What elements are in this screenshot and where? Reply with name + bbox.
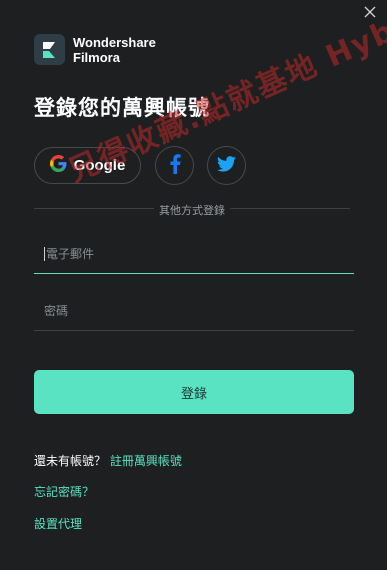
twitter-icon <box>217 155 236 176</box>
close-icon[interactable] <box>363 4 377 18</box>
brand-name-line1: Wondershare <box>73 34 156 50</box>
password-field[interactable]: 密碼 <box>34 291 354 331</box>
page-title: 登錄您的萬興帳號 <box>34 96 210 120</box>
register-link[interactable]: 註冊萬興帳號 <box>110 454 182 468</box>
forgot-password-row: 忘記密碼？ <box>34 483 94 500</box>
proxy-settings-link[interactable]: 設置代理 <box>34 517 82 531</box>
email-field[interactable]: 電子郵件 <box>34 234 354 274</box>
twitter-login-button[interactable] <box>207 146 246 185</box>
facebook-login-button[interactable] <box>155 146 194 185</box>
forgot-password-link[interactable]: 忘記密碼？ <box>34 485 94 499</box>
proxy-settings-row: 設置代理 <box>34 515 82 532</box>
no-account-text: 還未有帳號？ <box>34 454 107 468</box>
password-placeholder: 密碼 <box>44 304 69 318</box>
email-placeholder: 電子郵件 <box>46 247 95 261</box>
other-methods-divider: 其他方式登錄 <box>34 202 350 218</box>
login-button-label: 登錄 <box>180 386 207 402</box>
brand-name-line2: Filmora <box>73 49 120 65</box>
login-button[interactable]: 登錄 <box>34 370 354 414</box>
social-login-row: Google <box>34 146 246 185</box>
brand-name: Wondershare Filmora <box>73 35 156 65</box>
signup-row: 還未有帳號？ 註冊萬興帳號 <box>34 452 182 469</box>
google-login-label: Google <box>73 157 126 174</box>
google-login-button[interactable]: Google <box>34 147 141 184</box>
divider-text: 其他方式登錄 <box>154 202 230 218</box>
filmora-logo-icon <box>34 34 65 65</box>
google-icon <box>49 155 67 176</box>
text-caret <box>44 246 45 261</box>
login-window: Wondershare Filmora 登錄您的萬興帳號 Google 其他方式… <box>0 0 387 570</box>
brand: Wondershare Filmora <box>34 34 156 65</box>
facebook-icon <box>169 153 181 178</box>
